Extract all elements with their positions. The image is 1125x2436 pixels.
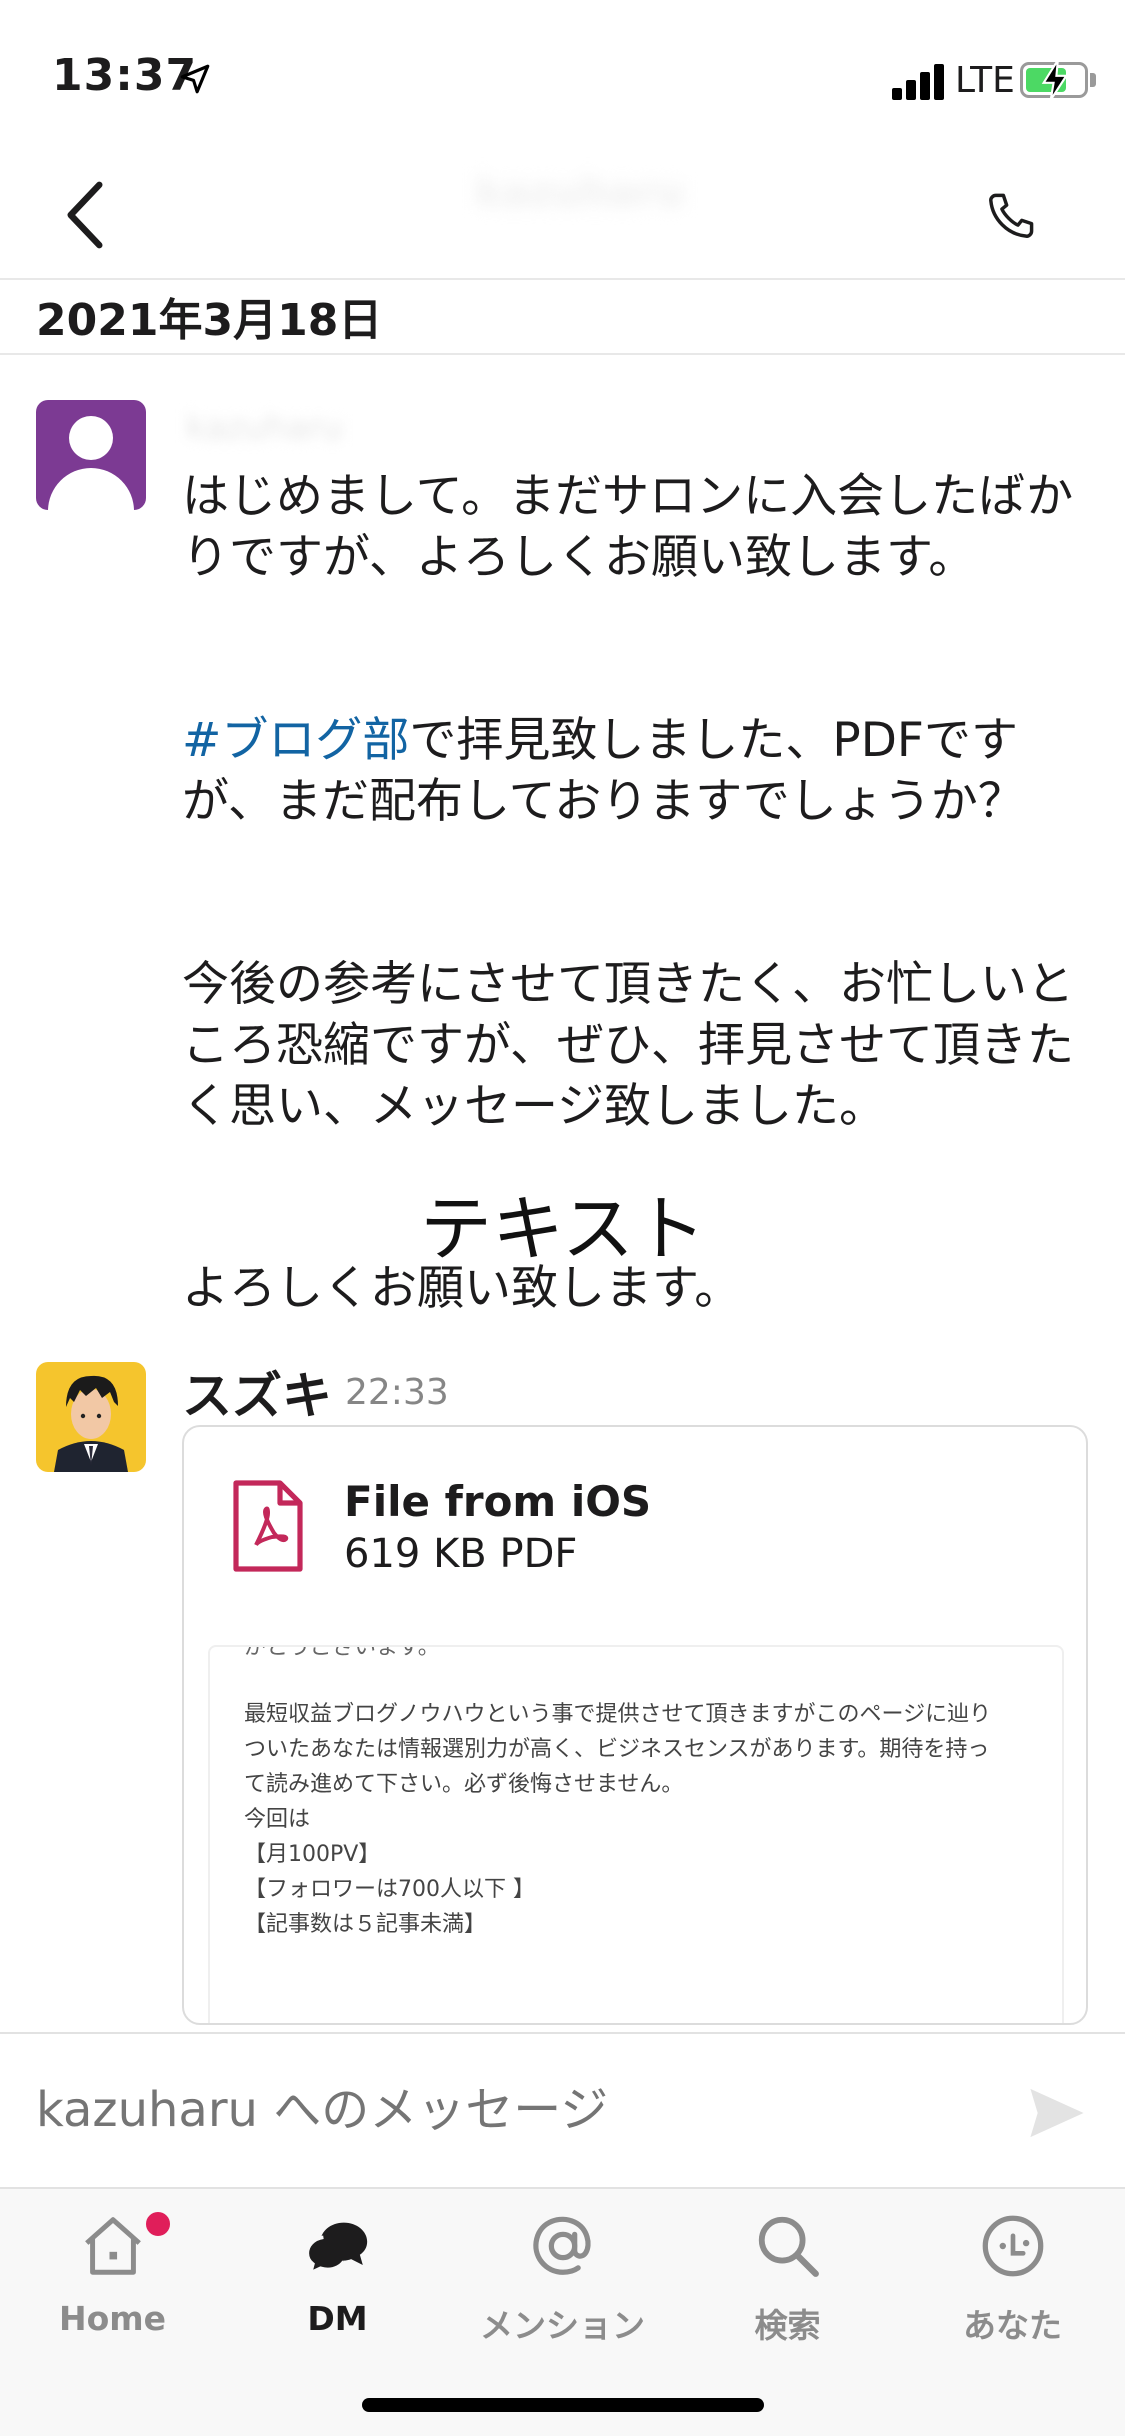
file-attachment[interactable]: File from iOS 619 KB PDF がとうございます。 最短収益ブ… [182, 1425, 1088, 2025]
avatar[interactable] [36, 400, 146, 510]
tab-search[interactable]: 検索 [675, 2189, 900, 2359]
tab-label: メンション [480, 2306, 645, 2345]
pdf-preview[interactable]: がとうございます。 最短収益ブログノウハウという事で提供させて頂きますがこのペー… [208, 1645, 1064, 2023]
preview-text: 【月100PV】 [244, 1842, 381, 1867]
preview-text: 【記事数は５記事未満】 [244, 1912, 487, 1937]
phone-icon[interactable] [985, 190, 1037, 242]
conversation-title[interactable]: kazuharu [300, 170, 860, 230]
avatar[interactable] [36, 1362, 146, 1472]
tab-label: 検索 [754, 2306, 821, 2345]
home-icon [85, 2217, 141, 2275]
search-icon [758, 2216, 819, 2277]
location-arrow-icon [180, 64, 210, 94]
home-indicator [362, 2398, 764, 2412]
tab-home[interactable]: Home [0, 2189, 225, 2359]
preview-text: て読み進めて下さい。必ず後悔させません。 [244, 1772, 684, 1797]
network-label: LTE [955, 60, 1015, 101]
channel-link[interactable]: #ブログ部 [182, 713, 409, 768]
mention-icon [533, 2216, 591, 2275]
avatar-illustration [54, 1375, 128, 1472]
tab-label: DM [307, 2299, 368, 2338]
overlay-text: テキスト [420, 1187, 706, 1271]
signal-icon [892, 62, 948, 100]
message-paragraph: #ブログ部で拝見致しました、PDFですが、まだ配布しておりますでしょうか？ [182, 710, 1082, 832]
tab-you[interactable]: あなた [900, 2189, 1125, 2359]
preview-text: 【フォロワーは700人以下 】 [244, 1877, 535, 1902]
date-divider: 2021年3月18日 [0, 280, 1125, 355]
tab-label: Home [58, 2299, 167, 2338]
sender-name[interactable]: スズキ [182, 1356, 332, 1428]
pdf-file-icon [233, 1480, 303, 1572]
notification-badge [143, 2209, 173, 2239]
message-composer [0, 2032, 1125, 2187]
status-bar: 13:37 LTE [0, 0, 1125, 140]
file-meta: 619 KB PDF [344, 1531, 578, 1577]
preview-text: 今回は [244, 1807, 311, 1832]
back-chevron-icon[interactable] [60, 180, 110, 250]
preview-text: 最短収益ブログノウハウという事で提供させて頂きますがこのページに辿り [244, 1702, 992, 1727]
file-name: File from iOS [344, 1477, 652, 1526]
you-icon [982, 2215, 1044, 2277]
charging-bolt-icon [1041, 59, 1069, 101]
message-paragraph: 今後の参考にさせて頂きたく、お忙しいところ恐縮ですが、ぜひ、拝見させて頂きたく思… [182, 957, 1075, 1134]
preview-text: ついたあなたは情報選別力が高く、ビジネスセンスがあります。期待を持っ [244, 1737, 990, 1762]
battery-tip [1090, 73, 1096, 87]
sender-name[interactable]: kazuharu [186, 408, 626, 448]
tab-dm[interactable]: DM [225, 2189, 450, 2359]
status-time: 13:37 [52, 50, 198, 101]
message-timestamp: 22:33 [345, 1372, 449, 1413]
conversation-header: kazuharu [0, 140, 1125, 280]
tab-label: あなた [963, 2306, 1062, 2345]
message-paragraph: はじめまして。まだサロンに入会したばかりですが、よろしくお願い致します。 [182, 469, 1074, 585]
date-label: 2021年3月18日 [36, 295, 383, 346]
tab-mentions[interactable]: メンション [450, 2189, 675, 2359]
send-icon[interactable] [1028, 2086, 1086, 2140]
preview-text: がとうございます。 [244, 1645, 440, 1660]
message-input[interactable] [36, 2078, 936, 2142]
dm-icon [305, 2222, 368, 2277]
